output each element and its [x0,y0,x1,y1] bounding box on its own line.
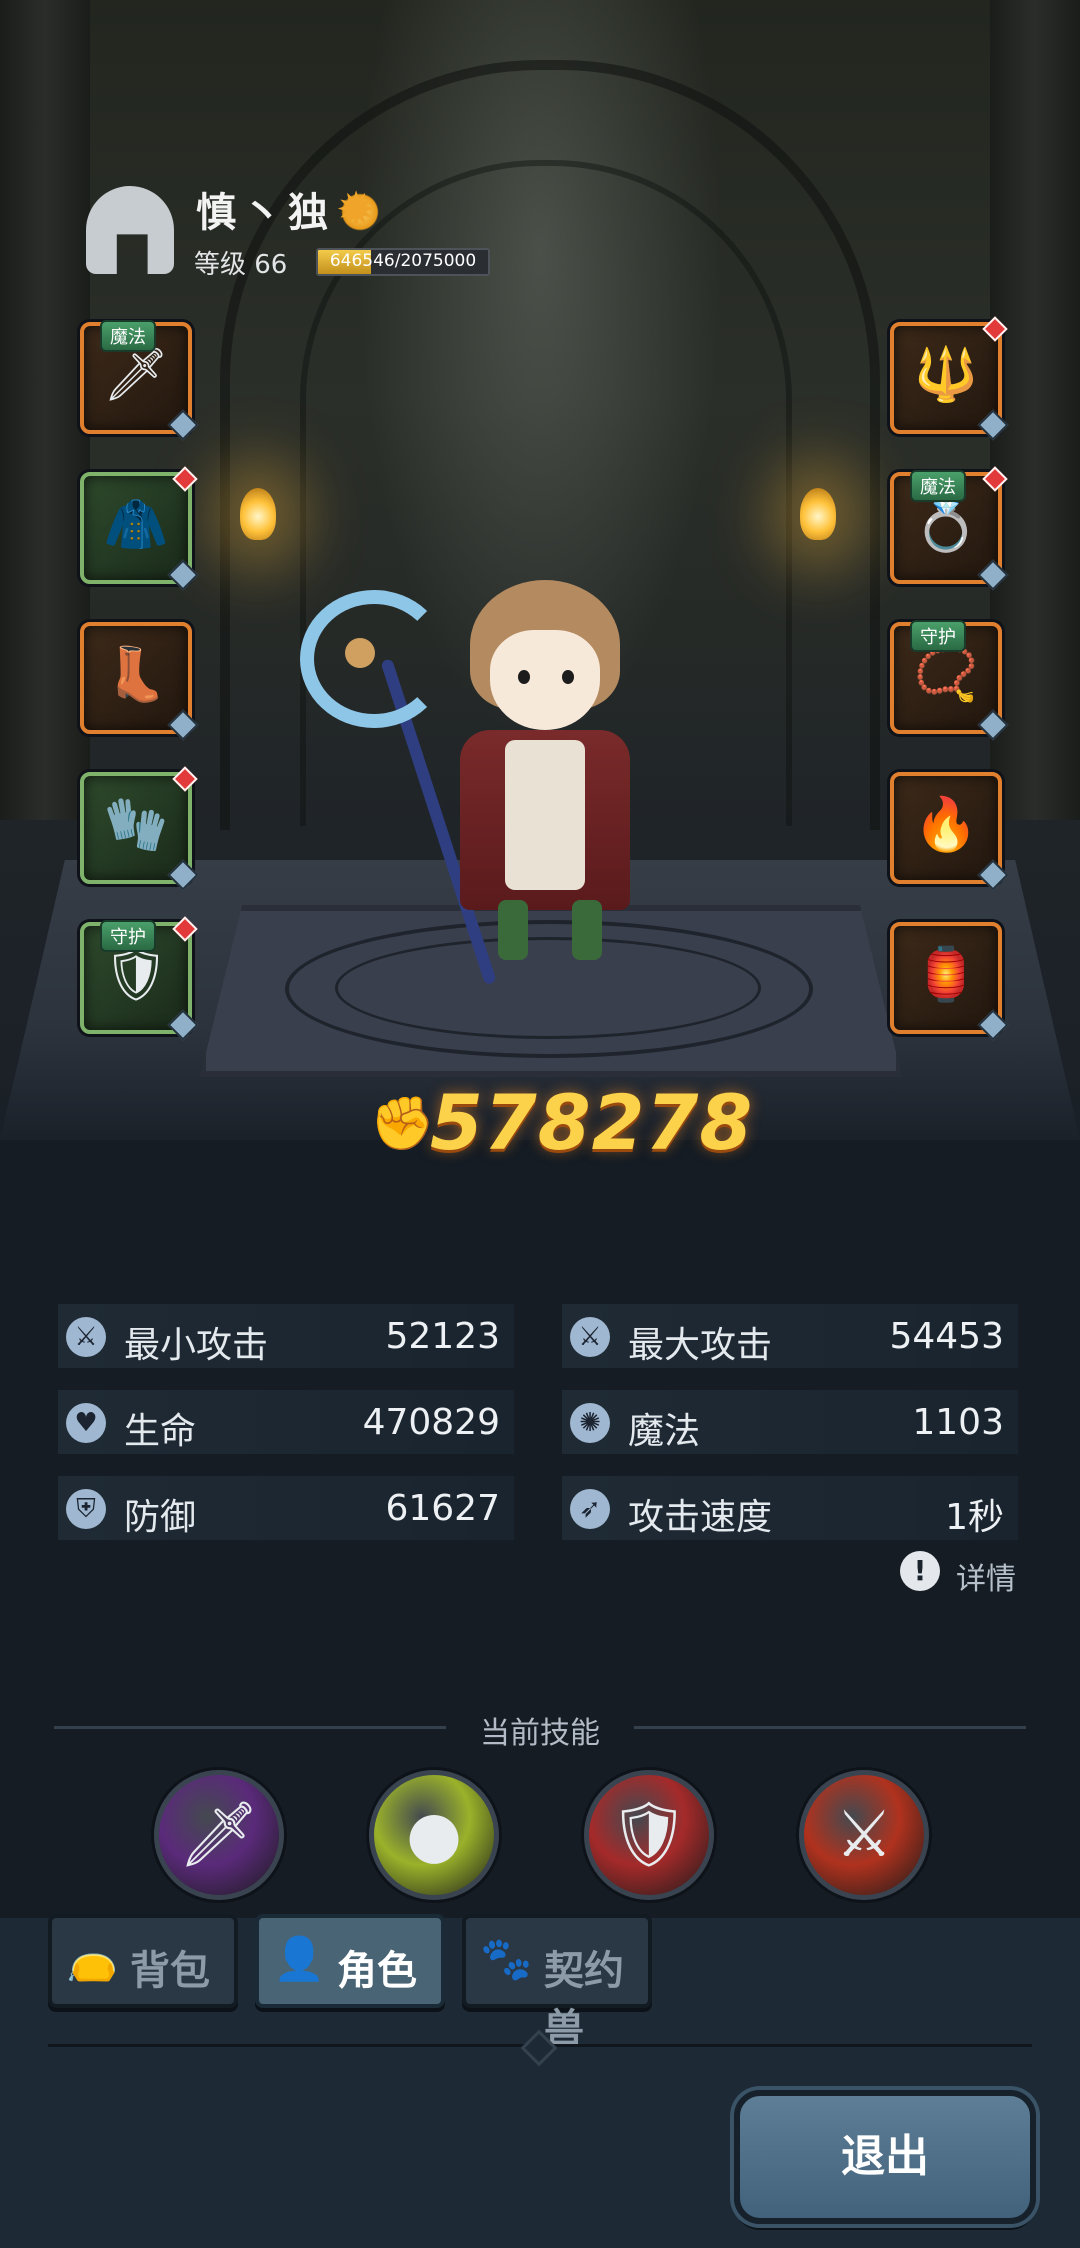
stat-label: 最大攻击 [628,1325,773,1366]
sword-icon: ⚔ [570,1317,610,1357]
stat-value: 1秒 [945,1497,1004,1538]
relic-slot[interactable]: 🏮 [890,922,1009,1041]
green-orbs-skill-icon[interactable]: ● [369,1770,499,1900]
slot-tag: 守护 [910,620,966,652]
paw-icon: 🐾 [480,1934,533,1983]
robe-icon: 🧥 [103,495,169,555]
left-pillar [0,0,90,820]
sun-badge-icon [336,182,382,238]
xp-text: 646546/2075000 [329,251,477,271]
stat-value: 1103 [912,1402,1004,1443]
tab-label: 角色 [337,1948,417,1994]
slot-tag: 魔法 [100,320,156,352]
stat-label: 生命 [124,1411,197,1452]
tab-character[interactable]: 👤 角色 [255,1914,445,2008]
stat-label: 攻击速度 [628,1497,773,1538]
xp-bar: 646546/2075000 [316,248,490,276]
staff-head [300,590,448,728]
stat-row: ⚔ 最大攻击 54453 [562,1304,1018,1368]
crest-shield-skill-icon[interactable]: 🛡 [584,1770,714,1900]
hero-shirt [505,740,585,890]
tab-paw[interactable]: 🐾 契约兽 [462,1914,652,2052]
ring-slot[interactable]: 💍 魔法 [890,466,1009,591]
bag-icon: 👝 [66,1934,119,1983]
stat-value: 54453 [889,1316,1004,1357]
ring-icon: 💍 [913,495,979,555]
details-link[interactable]: 详情 [956,1554,1016,1598]
player-name: 慎丶独 [196,190,334,236]
sword-icon: ⚔ [66,1317,106,1357]
stat-label: 防御 [124,1497,197,1538]
amulet-slot[interactable]: 🔥 [890,772,1009,891]
staff-slot[interactable]: 🔱 [890,316,1009,441]
stat-row: ✺ 魔法 1103 [562,1390,1018,1454]
staff-icon: 🔱 [913,345,979,405]
speed-icon: ➶ [570,1489,610,1529]
stat-value: 61627 [385,1488,500,1529]
slot-tag: 魔法 [910,470,966,502]
boots-slot[interactable]: 👢 [80,622,199,741]
stat-row: ⚔ 最小攻击 52123 [58,1304,514,1368]
stat-label: 魔法 [628,1411,701,1452]
info-icon[interactable]: ! [900,1551,940,1591]
tab-label: 契约兽 [544,1948,624,2052]
armor-slot[interactable]: 🧥 [80,466,199,591]
magic-swirl-icon: ✺ [570,1403,610,1443]
boots-icon: 👢 [103,645,169,705]
right-lamp [800,488,836,540]
staff-orb [345,638,375,668]
hero-character[interactable] [290,560,670,1000]
shoulder-armor-icon: 🛡 [102,945,169,1005]
stat-row: ➶ 攻击速度 1秒 [562,1476,1018,1540]
right-pillar [990,0,1080,820]
crossed-axes-skill-icon[interactable]: ⚔ [799,1770,929,1900]
power-fist-icon: ✊ [370,1094,435,1154]
slot-tag: 守护 [100,920,156,952]
tab-bag[interactable]: 👝 背包 [48,1914,238,2008]
hero-boot-right [572,900,602,960]
left-lamp [240,488,276,540]
bracer-icon: 🧤 [103,795,169,855]
flame-amulet-icon: 🔥 [913,795,979,855]
shield-icon: ⛨ [66,1489,106,1529]
shoulder-slot[interactable]: 🛡 守护 [80,916,199,1041]
necklace-slot[interactable]: 📿 守护 [890,620,1009,741]
skills-title: 当前技能 [480,1716,600,1751]
player-level: 等级 66 [194,250,288,280]
stat-value: 470829 [362,1402,500,1443]
stat-label: 最小攻击 [124,1325,269,1366]
necklace-icon: 📿 [913,645,979,705]
tab-label: 背包 [130,1948,210,1994]
bracer-slot[interactable]: 🧤 [80,766,199,891]
bone-sword-icon: 🗡 [102,345,169,405]
stat-row: ♥ 生命 470829 [58,1390,514,1454]
weapon-slot[interactable]: 🗡 魔法 [80,320,199,441]
relic-icon: 🏮 [913,945,979,1005]
hero-eye-left [518,670,530,684]
hero-eye-right [562,670,574,684]
purple-blade-skill-icon[interactable]: 🗡 [154,1770,284,1900]
exit-button[interactable]: 退出 [734,2090,1036,2224]
stat-row: ⛨ 防御 61627 [58,1476,514,1540]
character-icon: 👤 [273,1934,326,1983]
hero-face [490,630,600,730]
combat-power-value: 578278 [430,1078,754,1167]
heart-icon: ♥ [66,1403,106,1443]
hero-boot-left [498,900,528,960]
stat-value: 52123 [385,1316,500,1357]
